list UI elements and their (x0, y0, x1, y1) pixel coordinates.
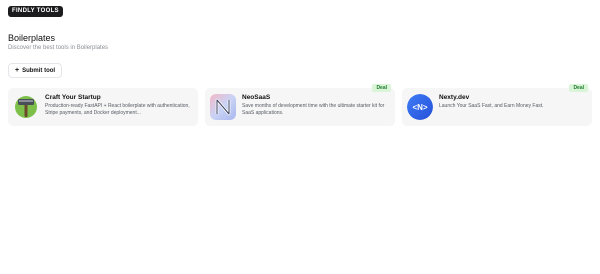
page-title: Boilerplates (8, 33, 56, 43)
tool-description: Launch Your SaaS Fast, and Earn Money Fa… (439, 103, 544, 109)
hammer-icon (13, 94, 39, 120)
tool-card-craft-your-startup[interactable]: Craft Your Startup Production-ready Fast… (8, 88, 198, 126)
tool-name: Nexty.dev (439, 94, 470, 101)
submit-tool-label: Submit tool (22, 67, 56, 74)
tool-description: Save months of development time with the… (242, 103, 385, 116)
tool-card-list: Craft Your Startup Production-ready Fast… (8, 84, 592, 126)
neosaas-n-icon (210, 94, 236, 120)
tool-name: NeoSaaS (242, 94, 271, 101)
plus-icon: + (15, 67, 20, 74)
deal-badge: Deal (569, 84, 588, 92)
tool-description: Production-ready FastAPI + React boilerp… (45, 103, 190, 116)
tool-name: Craft Your Startup (45, 94, 101, 101)
nexty-logo-text: <N> (412, 103, 427, 112)
tool-card-neosaas[interactable]: NeoSaaS Save months of development time … (205, 84, 395, 126)
site-logo[interactable]: FINDLY TOOLS (8, 6, 63, 17)
page-subtitle: Discover the best tools in Boilerplates (8, 45, 109, 51)
deal-badge: Deal (372, 84, 391, 92)
tool-card-nexty-dev[interactable]: <N> Nexty.dev Launch Your SaaS Fast, and… (402, 84, 592, 126)
submit-tool-button[interactable]: + Submit tool (8, 63, 63, 78)
nexty-code-icon: <N> (407, 94, 433, 120)
